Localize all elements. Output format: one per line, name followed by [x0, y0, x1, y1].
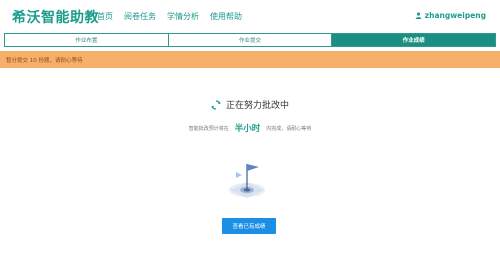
tab-assignment[interactable]: 作业布置 — [5, 34, 169, 46]
alert-banner: 暂分提交 10 份题，请耐心等待 — [0, 51, 500, 68]
user-name: zhangweipeng — [424, 11, 486, 20]
estimate-info: 智能批改预计将在 半小时 内完成，请耐心等待 — [0, 122, 500, 134]
grading-flag-illustration — [229, 164, 265, 198]
tab-scores[interactable]: 作业成绩 — [332, 34, 496, 46]
nav-help[interactable]: 使用帮助 — [210, 11, 242, 22]
tab-submission[interactable]: 作业提交 — [168, 34, 333, 46]
nav-analytics[interactable]: 学情分析 — [167, 11, 199, 22]
user-menu[interactable]: zhangweipeng — [415, 11, 486, 20]
estimate-time: 半小时 — [234, 124, 261, 134]
estimate-prefix: 智能批改预计将在 — [188, 125, 229, 132]
sync-icon — [211, 99, 221, 110]
nav-home[interactable]: 首页 — [97, 11, 113, 22]
user-icon — [415, 12, 422, 19]
main-nav: 首页 阅卷任务 学情分析 使用帮助 — [97, 11, 242, 22]
alert-text: 暂分提交 10 份题，请耐心等待 — [6, 57, 83, 64]
status-text: 正在努力批改中 — [225, 101, 289, 111]
app-logo[interactable]: 希沃智能助教 — [12, 7, 99, 27]
top-navbar: 希沃智能助教 首页 阅卷任务 学情分析 使用帮助 zhangweipeng — [0, 0, 500, 32]
tab-bar: 作业布置 作业提交 作业成绩 — [4, 33, 496, 47]
page: 希沃智能助教 首页 阅卷任务 学情分析 使用帮助 zhangweipeng 作业… — [0, 0, 500, 265]
estimate-suffix: 内完成，请耐心等待 — [266, 125, 312, 132]
main-content: 正在努力批改中 智能批改预计将在 半小时 内完成，请耐心等待 查看已有成绩 — [0, 68, 500, 265]
nav-grading-tasks[interactable]: 阅卷任务 — [124, 11, 156, 22]
grading-status: 正在努力批改中 — [0, 98, 500, 111]
view-scores-button[interactable]: 查看已有成绩 — [222, 218, 276, 234]
